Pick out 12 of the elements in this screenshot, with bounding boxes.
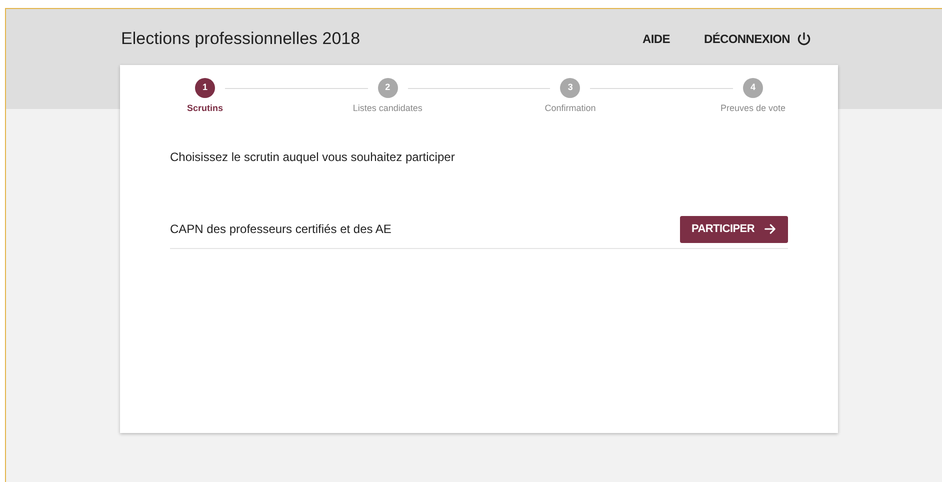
step-label[interactable]: Preuves de vote bbox=[720, 102, 786, 116]
participate-button[interactable]: PARTICIPER bbox=[680, 216, 788, 242]
step-label[interactable]: Listes candidates bbox=[352, 102, 422, 116]
step-label[interactable]: Scrutins bbox=[186, 102, 223, 116]
help-link[interactable]: AIDE bbox=[642, 30, 670, 48]
instruction-text: Choisissez le scrutin auquel vous souhaitez participer bbox=[170, 148, 456, 166]
step-label[interactable]: Confirmation bbox=[544, 102, 596, 116]
ballot-name: CAPN des professeurs certifiés et des AE bbox=[170, 221, 392, 238]
power-icon bbox=[796, 30, 812, 47]
app-title: Elections professionnelles 2018 bbox=[121, 28, 360, 50]
arrow-right-icon bbox=[762, 222, 777, 236]
logout-link[interactable]: DÉCONNEXION bbox=[704, 30, 812, 48]
